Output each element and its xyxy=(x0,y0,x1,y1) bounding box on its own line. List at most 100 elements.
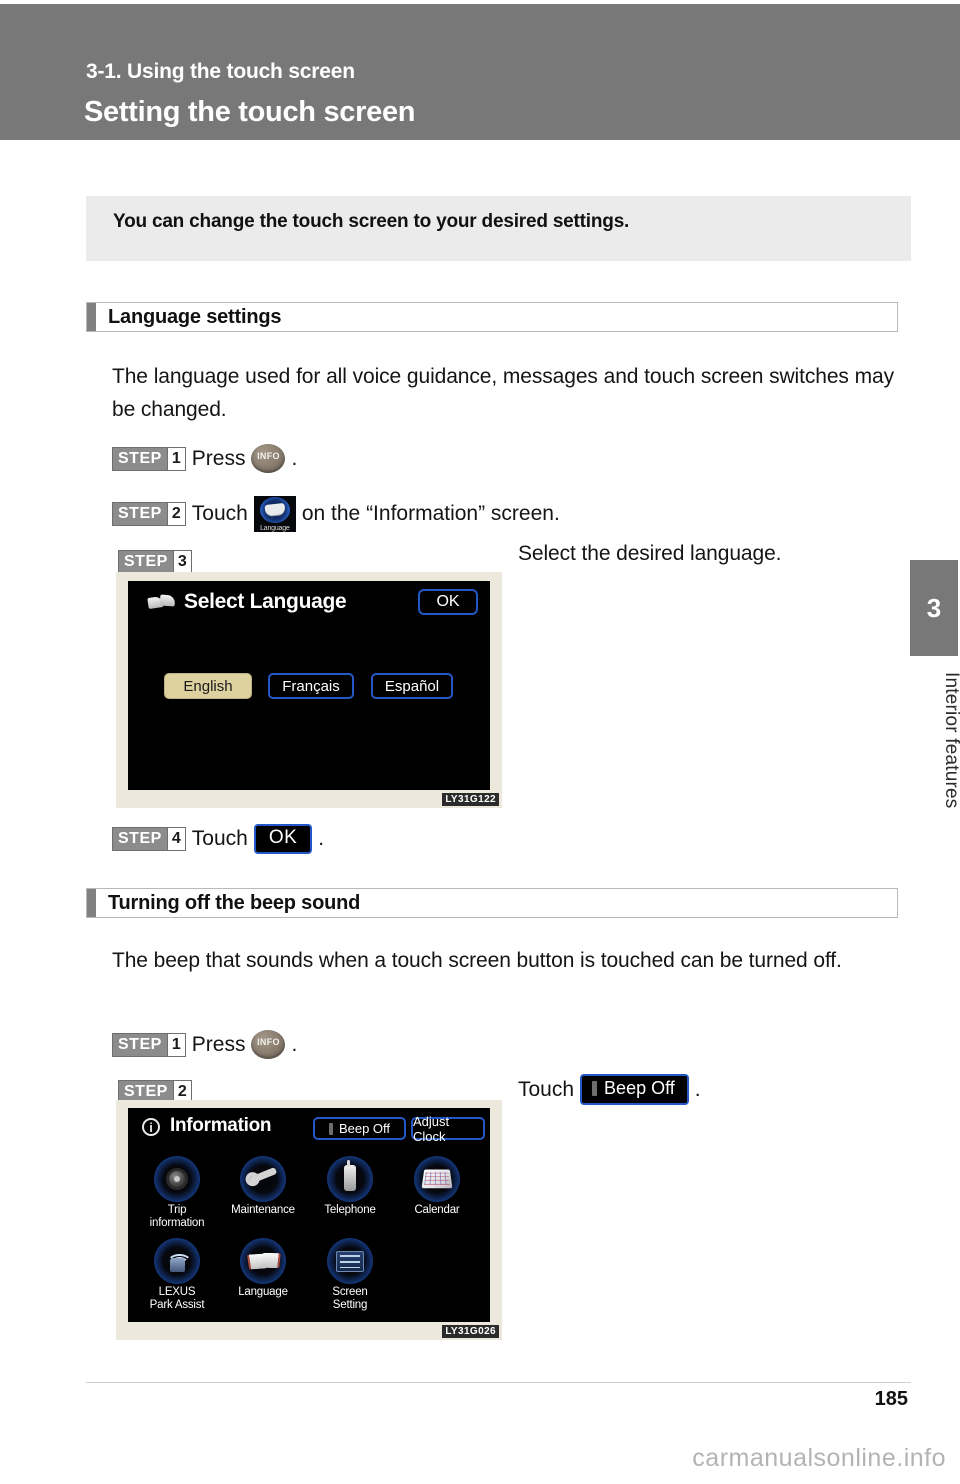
step-badge-number: 1 xyxy=(166,1033,185,1056)
book-page-right xyxy=(159,594,176,607)
menu-item-label: Trip information xyxy=(149,1204,205,1229)
menu-item-maintenance[interactable]: Maintenance xyxy=(224,1156,302,1217)
step-badge: STEP 2 xyxy=(112,502,186,526)
select-language-title: Select Language xyxy=(184,590,347,613)
menu-item-screen-setting[interactable]: Screen Setting xyxy=(311,1238,389,1312)
language-tile-label: Language xyxy=(260,525,290,532)
step-badge-word: STEP xyxy=(113,503,167,525)
menu-item-label: LEXUS Park Assist xyxy=(149,1286,205,1311)
menu-item-telephone[interactable]: Telephone xyxy=(311,1156,389,1217)
tire-wheel-icon xyxy=(154,1156,200,1202)
select-language-ok-button[interactable]: OK xyxy=(418,589,478,615)
beep-off-screen-button[interactable]: Beep Off xyxy=(313,1117,406,1140)
section-tick-mark xyxy=(87,303,96,331)
step-badge-number: 2 xyxy=(166,503,185,525)
figure-information-screen: i Information Beep Off Adjust Clock Trip… xyxy=(116,1100,502,1340)
footer-divider xyxy=(86,1382,911,1383)
section-tick-mark xyxy=(87,889,96,917)
step-line-3-language: STEP 3 xyxy=(118,550,192,574)
step-text-pre: Press xyxy=(191,446,246,470)
menu-item-label: Screen Setting xyxy=(332,1286,368,1311)
step-text-post: on the “Information” screen. xyxy=(301,502,560,525)
section-header-beep-sound: Turning off the beep sound xyxy=(86,888,898,918)
beep-instruction-pre: Touch xyxy=(518,1077,575,1101)
beep-indicator-bar xyxy=(328,1122,333,1135)
info-hard-button-icon[interactable]: INFO xyxy=(251,1030,286,1059)
beep-off-inline-button[interactable]: Beep Off xyxy=(580,1074,689,1105)
beep-off-screen-label: Beep Off xyxy=(338,1121,391,1136)
beep-off-inline-label: Beep Off xyxy=(604,1078,675,1098)
step-line-1-beep: STEP 1 Press INFO . xyxy=(112,1030,297,1059)
page-title: Setting the touch screen xyxy=(84,96,416,128)
screen-list-icon xyxy=(327,1238,373,1284)
step-badge-word: STEP xyxy=(113,1033,167,1056)
intro-panel: You can change the touch screen to your … xyxy=(86,196,911,261)
header-section-label: 3-1. Using the touch screen xyxy=(86,60,355,83)
chapter-tab: 3 xyxy=(910,560,958,656)
select-language-nav-screen: Select Language OK English Français Espa… xyxy=(128,581,490,790)
language-settings-paragraph: The language used for all voice guidance… xyxy=(112,365,894,421)
step-badge: STEP 4 xyxy=(112,827,186,851)
menu-item-label: Maintenance xyxy=(231,1204,295,1216)
watermark: carmanualsonline.info xyxy=(692,1444,946,1472)
book-icon xyxy=(147,594,176,610)
step-text-pre: Press xyxy=(191,1032,246,1056)
step-line-4-language: STEP 4 Touch OK . xyxy=(112,824,324,854)
page-number: 185 xyxy=(874,1388,908,1410)
menu-item-trip-information[interactable]: Trip information xyxy=(138,1156,216,1230)
info-hard-button-label: INFO xyxy=(257,451,280,461)
figure-id-label: LY31G026 xyxy=(442,1325,499,1338)
section-title: Language settings xyxy=(108,306,282,328)
beep-sound-paragraph: The beep that sounds when a touch screen… xyxy=(112,949,842,972)
info-hard-button-icon[interactable]: INFO xyxy=(251,444,286,473)
adjust-clock-button[interactable]: Adjust Clock xyxy=(411,1114,485,1144)
section-header-language-settings: Language settings xyxy=(86,302,898,332)
menu-item-label: Telephone xyxy=(324,1204,376,1216)
chapter-number: 3 xyxy=(926,592,942,623)
beep-off-instruction: Touch Beep Off . xyxy=(518,1074,701,1105)
section-title: Turning off the beep sound xyxy=(108,892,361,914)
step-line-2-language: STEP 2 Touch Language on the “Informatio… xyxy=(112,496,560,532)
step-badge: STEP 1 xyxy=(112,446,186,471)
info-hard-button-label: INFO xyxy=(257,1037,280,1047)
step-badge-number: 4 xyxy=(166,828,185,850)
step-line-1-language: STEP 1 Press INFO . xyxy=(112,444,297,473)
language-option-espanol[interactable]: Español xyxy=(371,673,453,699)
figure-id-label: LY31G122 xyxy=(442,793,499,806)
information-nav-screen: i Information Beep Off Adjust Clock Trip… xyxy=(128,1108,490,1322)
park-assist-icon xyxy=(154,1238,200,1284)
beep-indicator-bar xyxy=(592,1081,598,1096)
chapter-label: Interior features xyxy=(941,672,960,809)
step-3-caption: Select the desired language. xyxy=(518,542,782,565)
page-header-band: 3-1. Using the touch screen Setting the … xyxy=(0,4,960,140)
step-badge-number: 1 xyxy=(166,447,185,470)
step-text-post: . xyxy=(291,1032,298,1056)
step-badge-number: 3 xyxy=(172,551,191,573)
menu-item-lexus-park-assist[interactable]: LEXUS Park Assist xyxy=(138,1238,216,1312)
book-icon xyxy=(240,1238,286,1284)
language-option-francais[interactable]: Français xyxy=(268,673,354,699)
language-tile-icon[interactable]: Language xyxy=(253,496,296,532)
intro-text: You can change the touch screen to your … xyxy=(113,211,630,232)
menu-item-language[interactable]: Language xyxy=(224,1238,302,1299)
menu-item-calendar[interactable]: Calendar xyxy=(398,1156,476,1217)
phone-handset-icon xyxy=(327,1156,373,1202)
step-badge: STEP 3 xyxy=(118,550,192,574)
step-text-post: . xyxy=(318,827,325,850)
beep-instruction-post: . xyxy=(694,1077,701,1101)
language-option-english[interactable]: English xyxy=(164,673,252,699)
step-text-pre: Touch xyxy=(191,502,248,525)
step-badge-word: STEP xyxy=(113,447,167,470)
calendar-icon xyxy=(414,1156,460,1202)
step-badge-word: STEP xyxy=(119,551,173,573)
figure-select-language: Select Language OK English Français Espa… xyxy=(116,572,502,808)
step-badge-word: STEP xyxy=(113,828,167,850)
menu-item-label: Language xyxy=(238,1286,288,1298)
info-circle-icon: i xyxy=(142,1118,160,1136)
step-text-post: . xyxy=(291,446,298,470)
wrench-icon xyxy=(240,1156,286,1202)
menu-item-label: Calendar xyxy=(414,1204,460,1216)
information-title: Information xyxy=(170,1115,272,1136)
ok-inline-button[interactable]: OK xyxy=(253,824,313,854)
step-badge: STEP 1 xyxy=(112,1032,186,1057)
